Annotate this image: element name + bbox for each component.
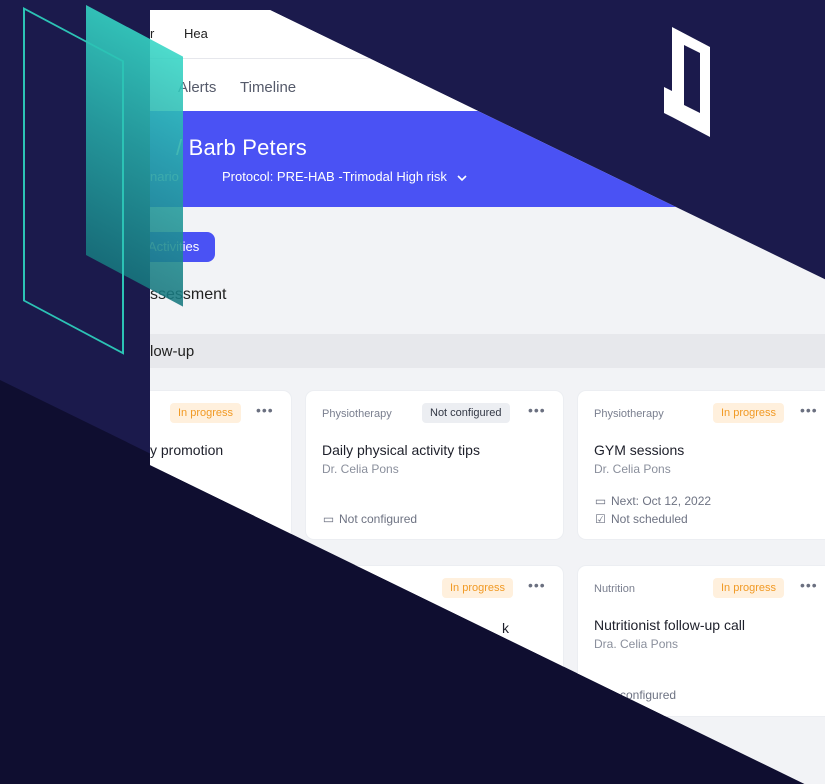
protocol-selector[interactable]: Protocol: PRE-HAB -Trimodal High risk (222, 169, 467, 184)
status-badge: In progress (713, 403, 785, 423)
card-category: Nutrition (594, 583, 635, 595)
protocol-label: Protocol: PRE-HAB -Trimodal High risk (222, 169, 447, 184)
chevron-down-icon (456, 174, 467, 181)
status-badge: In progress (170, 403, 242, 423)
stage: r Hea Alerts Timeline / Barb Peters nari… (0, 0, 825, 784)
patient-header: / Barb Peters nario Protocol: PRE-HAB -T… (150, 111, 825, 207)
activity-card[interactable]: Physiotherapy In progress ••• GYM sessio… (578, 391, 825, 539)
card-title: GYM sessions (594, 442, 685, 458)
card-detail-line: ▭ Not configured (322, 512, 417, 526)
status-badge: In progress (713, 578, 785, 598)
card-doctor: Dr. Celia Pons (322, 462, 399, 476)
card-detail-line: ☑ Not scheduled (594, 512, 688, 526)
card-detail-text: Not configured (339, 512, 418, 526)
more-options-icon[interactable]: ••• (528, 577, 546, 593)
more-options-icon[interactable]: ••• (256, 402, 274, 418)
tabs-bar: Alerts Timeline (150, 59, 825, 111)
card-detail-line: ▭ Next: Oct 12, 2022 (594, 494, 711, 508)
card-title: y promotion (150, 442, 224, 458)
more-options-icon[interactable]: ••• (800, 577, 818, 593)
card-title: Daily physical activity tips (322, 442, 480, 458)
card-title: Nutritionist follow-up call (594, 617, 745, 633)
card-title: k (502, 620, 509, 636)
card-category: Physiotherapy (322, 408, 392, 420)
card-doctor: Dr. Celia Pons (594, 462, 671, 476)
patient-name: / Barb Peters (176, 135, 307, 160)
calendar-icon: ▭ (322, 512, 335, 526)
brand-logo-icon (664, 27, 710, 137)
followup-heading: low-up (150, 343, 195, 360)
calendar-icon: ▭ (594, 494, 607, 508)
card-detail-text: Not scheduled (611, 512, 688, 526)
calendar-check-icon: ☑ (595, 512, 606, 526)
more-options-icon[interactable]: ••• (528, 402, 546, 418)
status-badge: In progress (442, 578, 514, 598)
tab-alerts[interactable]: Alerts (178, 79, 216, 96)
top-navbar: r Hea (150, 10, 825, 59)
activity-card[interactable]: Physiotherapy Not configured ••• Daily p… (306, 391, 563, 539)
decorative-teal-outline-panel (23, 7, 124, 355)
followup-section-header: low-up (150, 334, 825, 368)
topbar-item[interactable]: Hea (184, 26, 208, 41)
more-options-icon[interactable]: ••• (800, 402, 818, 418)
card-category: Physiotherapy (594, 408, 664, 420)
card-detail-text: Next: Oct 12, 2022 (611, 494, 712, 508)
status-badge: Not configured (422, 403, 510, 423)
tab-timeline[interactable]: Timeline (240, 79, 296, 96)
card-doctor: Dra. Celia Pons (594, 637, 679, 651)
